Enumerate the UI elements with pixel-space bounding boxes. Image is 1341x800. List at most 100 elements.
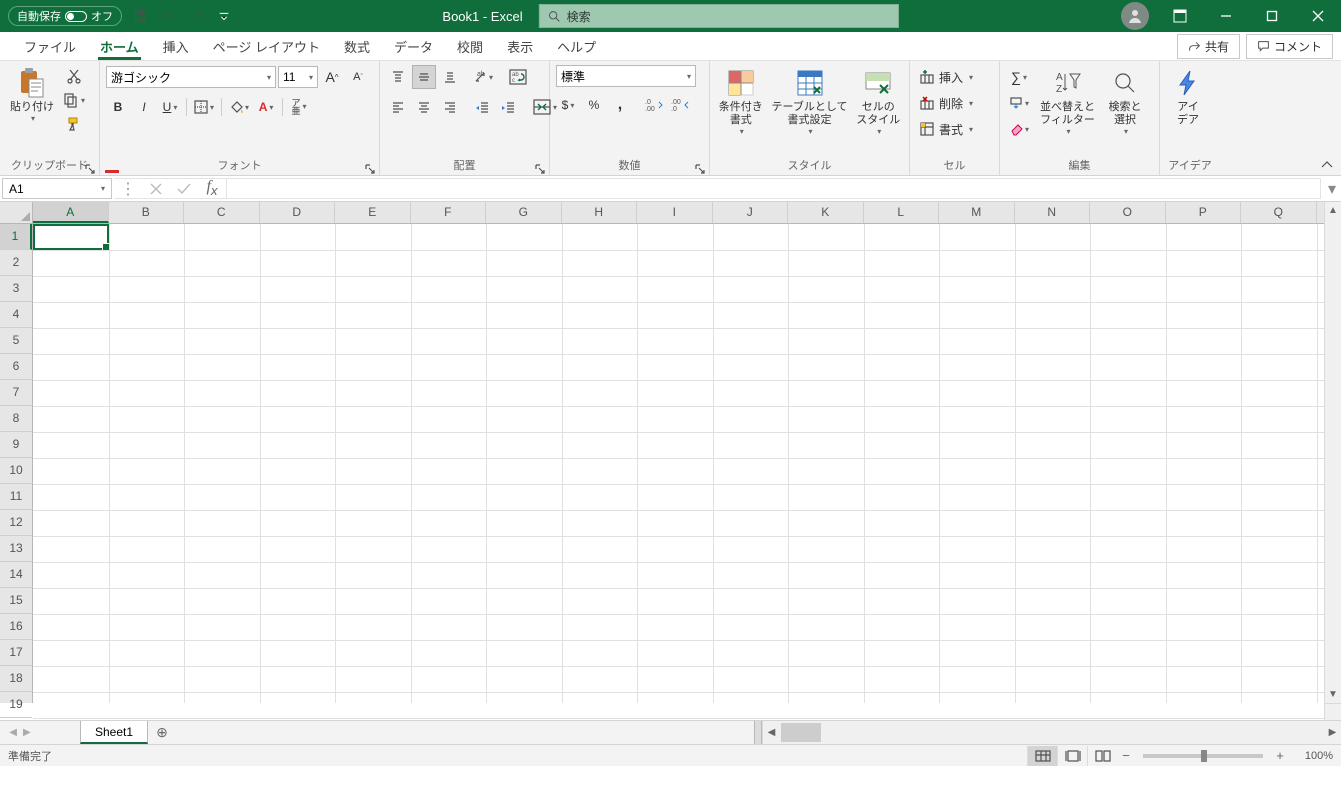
zoom-out-button[interactable]: − xyxy=(1117,748,1135,763)
paste-button[interactable]: 貼り付け ▾ xyxy=(6,65,58,126)
row-header[interactable]: 17 xyxy=(0,640,32,666)
increase-decimal-button[interactable]: .0.00 xyxy=(642,93,666,117)
column-header[interactable]: D xyxy=(260,202,336,223)
new-sheet-button[interactable]: ⊕ xyxy=(148,721,176,744)
tab-split-handle[interactable]: ⋮ xyxy=(754,721,762,744)
conditional-format-button[interactable]: 条件付き 書式▾ xyxy=(716,65,766,139)
increase-indent-button[interactable] xyxy=(496,95,520,119)
zoom-thumb[interactable] xyxy=(1201,750,1207,762)
tab-insert[interactable]: 挿入 xyxy=(151,32,201,60)
ideas-button[interactable]: アイ デア xyxy=(1166,65,1210,129)
align-left-button[interactable] xyxy=(386,95,410,119)
decrease-font-button[interactable]: Aˇ xyxy=(346,65,370,89)
column-header[interactable]: M xyxy=(939,202,1015,223)
cell-styles-button[interactable]: セルの スタイル▾ xyxy=(853,65,903,139)
decrease-decimal-button[interactable]: .00.0 xyxy=(668,93,692,117)
undo-button[interactable] xyxy=(158,6,178,26)
fbar-options[interactable]: ⋮ xyxy=(114,179,142,199)
tab-review[interactable]: 校閲 xyxy=(445,32,495,60)
account-button[interactable] xyxy=(1121,2,1149,30)
horizontal-scrollbar[interactable]: ◀ ▶ xyxy=(762,721,1341,744)
ribbon-display-options[interactable] xyxy=(1157,0,1203,32)
column-header[interactable]: E xyxy=(335,202,411,223)
sheet-tab-active[interactable]: Sheet1 xyxy=(80,721,148,744)
decrease-indent-button[interactable] xyxy=(470,95,494,119)
share-button[interactable]: 共有 xyxy=(1177,34,1240,59)
borders-button[interactable]: ▾ xyxy=(191,95,217,119)
collapse-ribbon-button[interactable] xyxy=(1313,61,1341,175)
sort-filter-button[interactable]: AZ 並べ替えと フィルター▾ xyxy=(1036,65,1099,139)
row-header[interactable]: 1 xyxy=(0,224,32,250)
hscroll-thumb[interactable] xyxy=(781,723,821,742)
row-header[interactable]: 8 xyxy=(0,406,32,432)
tab-formulas[interactable]: 数式 xyxy=(332,32,382,60)
clipboard-dialog-launcher[interactable] xyxy=(85,161,97,173)
scroll-right-button[interactable]: ▶ xyxy=(1324,721,1341,744)
active-cell[interactable] xyxy=(33,224,109,250)
row-header[interactable]: 4 xyxy=(0,302,32,328)
fill-color-button[interactable]: ▾ xyxy=(226,95,252,119)
maximize-button[interactable] xyxy=(1249,0,1295,32)
align-middle-button[interactable] xyxy=(412,65,436,89)
row-header[interactable]: 11 xyxy=(0,484,32,510)
row-header[interactable]: 9 xyxy=(0,432,32,458)
column-header[interactable]: B xyxy=(109,202,185,223)
tab-view[interactable]: 表示 xyxy=(495,32,545,60)
row-header[interactable]: 10 xyxy=(0,458,32,484)
column-header[interactable]: L xyxy=(864,202,940,223)
autosum-button[interactable]: ∑▾ xyxy=(1006,65,1032,89)
accounting-format-button[interactable]: $▾ xyxy=(556,93,580,117)
search-box[interactable]: 検索 xyxy=(539,4,899,28)
cut-button[interactable] xyxy=(62,65,86,87)
zoom-level[interactable]: 100% xyxy=(1289,750,1333,762)
enter-formula-button[interactable] xyxy=(170,183,198,195)
column-header[interactable]: K xyxy=(788,202,864,223)
page-layout-view-button[interactable] xyxy=(1057,746,1087,766)
comma-button[interactable]: , xyxy=(608,93,632,117)
row-header[interactable]: 2 xyxy=(0,250,32,276)
column-header[interactable]: I xyxy=(637,202,713,223)
number-dialog-launcher[interactable] xyxy=(695,161,707,173)
insert-function-button[interactable]: fx xyxy=(198,178,226,198)
column-header[interactable]: N xyxy=(1015,202,1091,223)
delete-cells-button[interactable]: 削除▾ xyxy=(916,91,976,115)
column-header[interactable]: J xyxy=(713,202,789,223)
row-header[interactable]: 18 xyxy=(0,666,32,692)
sheet-prev-button[interactable]: ◀ xyxy=(9,727,17,738)
align-top-button[interactable] xyxy=(386,65,410,89)
autosave-toggle[interactable]: 自動保存 オフ xyxy=(8,6,122,26)
scroll-left-button[interactable]: ◀ xyxy=(763,721,780,744)
vertical-scrollbar[interactable]: ▲ ▼ xyxy=(1324,202,1341,703)
underline-button[interactable]: U▾ xyxy=(158,95,182,119)
row-header[interactable]: 7 xyxy=(0,380,32,406)
format-cells-button[interactable]: 書式▾ xyxy=(916,117,976,141)
row-header[interactable]: 19 xyxy=(0,692,32,718)
select-all-corner[interactable] xyxy=(0,202,33,224)
increase-font-button[interactable]: A^ xyxy=(320,65,344,89)
format-painter-button[interactable] xyxy=(62,113,86,135)
tab-file[interactable]: ファイル xyxy=(12,32,88,60)
column-header[interactable]: A xyxy=(33,202,109,223)
cancel-formula-button[interactable] xyxy=(142,183,170,195)
align-bottom-button[interactable] xyxy=(438,65,462,89)
normal-view-button[interactable] xyxy=(1027,746,1057,766)
save-button[interactable] xyxy=(130,6,150,26)
minimize-button[interactable] xyxy=(1203,0,1249,32)
scroll-up-button[interactable]: ▲ xyxy=(1325,202,1341,219)
tab-help[interactable]: ヘルプ xyxy=(545,32,608,60)
close-button[interactable] xyxy=(1295,0,1341,32)
zoom-in-button[interactable]: + xyxy=(1271,748,1289,763)
expand-formula-bar[interactable]: ▾ xyxy=(1323,176,1341,201)
alignment-dialog-launcher[interactable] xyxy=(535,161,547,173)
wrap-text-button[interactable]: abc xyxy=(506,65,530,89)
row-header[interactable]: 16 xyxy=(0,614,32,640)
align-right-button[interactable] xyxy=(438,95,462,119)
column-header[interactable]: C xyxy=(184,202,260,223)
row-header[interactable]: 13 xyxy=(0,536,32,562)
column-header[interactable]: F xyxy=(411,202,487,223)
column-header[interactable]: Q xyxy=(1241,202,1317,223)
bold-button[interactable]: B xyxy=(106,95,130,119)
page-break-view-button[interactable] xyxy=(1087,746,1117,766)
font-name-combo[interactable]: 游ゴシック▾ xyxy=(106,66,276,88)
row-header[interactable]: 5 xyxy=(0,328,32,354)
